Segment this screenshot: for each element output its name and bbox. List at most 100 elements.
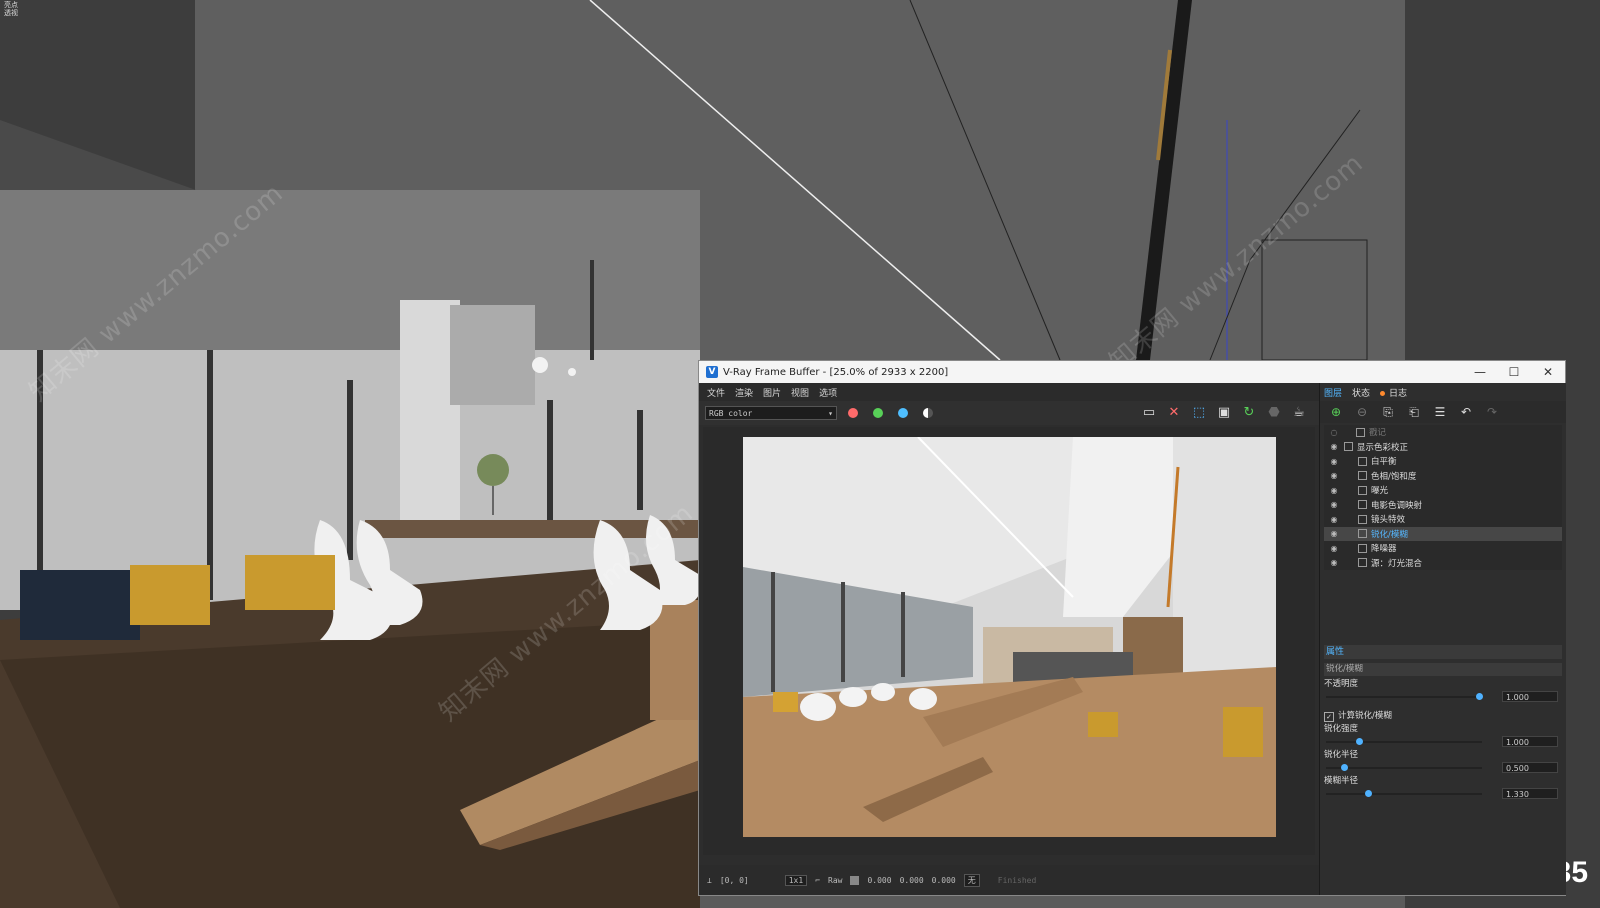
layer-row-sharpen-blur[interactable]: ◉ 锐化/模糊	[1324, 526, 1562, 541]
mono-dot-icon	[923, 408, 933, 418]
properties-header[interactable]: 属性	[1324, 645, 1562, 659]
opacity-input[interactable]: 1.000	[1502, 691, 1558, 702]
menu-options[interactable]: 选项	[819, 386, 837, 399]
layer-row-white-balance[interactable]: ◉ 白平衡	[1324, 454, 1562, 469]
eye-icon[interactable]: ◉	[1328, 486, 1340, 495]
layer-row-exposure[interactable]: ◉ 曝光	[1324, 483, 1562, 498]
hue-saturation-icon	[1358, 471, 1367, 481]
tab-layers[interactable]: 图层	[1324, 386, 1342, 399]
eye-icon[interactable]: ◉	[1328, 529, 1340, 538]
blue-channel-button[interactable]	[894, 404, 912, 422]
layer-row-display-correction[interactable]: ◉ 显示色彩校正	[1324, 440, 1562, 455]
eye-icon[interactable]: ◉	[1328, 442, 1340, 451]
slider-track	[1326, 767, 1482, 769]
eye-icon[interactable]: ◉	[1328, 457, 1340, 466]
sharpen-radius-knob[interactable]	[1341, 764, 1348, 771]
slider-track	[1326, 793, 1482, 795]
rendered-image[interactable]	[743, 437, 1276, 837]
layer-row-lens-effects[interactable]: ◉ 镜头特效	[1324, 512, 1562, 527]
eye-icon[interactable]: ◉	[1328, 515, 1340, 524]
minimize-button[interactable]: —	[1463, 361, 1497, 383]
layer-row-hue-saturation[interactable]: ◉ 色相/饱和度	[1324, 469, 1562, 484]
menu-view[interactable]: 视图	[791, 386, 809, 399]
opacity-slider-knob[interactable]	[1476, 693, 1483, 700]
layer-row-denoiser[interactable]: ◉ 降噪器	[1324, 541, 1562, 556]
layer-row-filmic-tonemap[interactable]: ◉ 电影色调映射	[1324, 498, 1562, 513]
eye-icon[interactable]: ◌	[1328, 428, 1340, 437]
menu-render[interactable]: 渲染	[735, 386, 753, 399]
menu-file[interactable]: 文件	[707, 386, 725, 399]
viewport-label-line1: 亮点	[4, 1, 18, 9]
render-area[interactable]	[703, 427, 1315, 855]
follow-mouse-icon[interactable]: ▣	[1214, 404, 1234, 422]
title-bar[interactable]: V V-Ray Frame Buffer - [25.0% of 2933 x …	[699, 361, 1565, 383]
white-balance-icon	[1358, 456, 1367, 466]
layer-name: 源：灯光混合	[1371, 558, 1423, 569]
raw-label: Raw	[828, 875, 843, 885]
blur-radius-input[interactable]: 1.330	[1502, 788, 1558, 799]
sharpen-amount-label: 锐化强度	[1324, 724, 1359, 734]
undo-icon[interactable]: ↶	[1456, 403, 1476, 421]
rendered-image-scene	[743, 437, 1276, 837]
delete-layer-icon[interactable]: ⊖	[1352, 403, 1372, 421]
add-layer-icon[interactable]: ⊕	[1326, 403, 1346, 421]
clear-image-icon[interactable]: ✕	[1164, 404, 1184, 422]
sharpen-amount-slider[interactable]: 1.000	[1324, 735, 1562, 749]
layer-row-light-mix[interactable]: ◉ 源：灯光混合	[1324, 556, 1562, 571]
tab-log[interactable]: 日志	[1380, 386, 1407, 399]
maximize-button[interactable]: ☐	[1497, 361, 1531, 383]
vray-frame-buffer-window: V V-Ray Frame Buffer - [25.0% of 2933 x …	[698, 360, 1566, 896]
save-image-icon[interactable]: ▭	[1139, 404, 1159, 422]
blur-radius-slider[interactable]: 1.330	[1324, 787, 1562, 801]
color-picker-icon[interactable]: ⌐	[815, 876, 820, 885]
redo-icon[interactable]: ↷	[1482, 403, 1502, 421]
viewport-label[interactable]: 亮点 透视	[4, 1, 18, 17]
compute-sharpen-label: 计算锐化/模糊	[1338, 711, 1392, 721]
interactive-render-icon[interactable]: ↻	[1239, 404, 1259, 422]
menu-image[interactable]: 图片	[763, 386, 781, 399]
sharpen-radius-label: 锐化半径	[1324, 750, 1359, 760]
compute-sharpen-checkbox-row[interactable]: ✓ 计算锐化/模糊	[1324, 710, 1562, 723]
red-channel-button[interactable]	[844, 404, 862, 422]
layer-list-menu-icon[interactable]: ☰	[1430, 403, 1450, 421]
side-panel: 图层 状态 日志 ⊕ ⊖ ⎘ ⎗ ☰ ↶ ↷ ◌ 戳记 ◉ 显示色彩校正 ◉ 白…	[1319, 383, 1566, 895]
green-channel-button[interactable]	[869, 404, 887, 422]
checkbox-checked-icon[interactable]: ✓	[1324, 711, 1334, 722]
load-layers-icon[interactable]: ⎘	[1378, 403, 1398, 421]
vfb-toolbar: RGB color ▭ ✕ ⬚ ▣ ↻ ⬣ ☕	[699, 401, 1319, 425]
mono-channel-button[interactable]	[919, 404, 937, 422]
zoom-select[interactable]: 1x1	[784, 874, 808, 886]
stop-render-icon[interactable]: ⬣	[1264, 404, 1284, 422]
menu-bar: 文件 渲染 图片 视图 选项	[699, 383, 1319, 401]
tab-stats[interactable]: 状态	[1352, 386, 1370, 399]
opacity-slider[interactable]: 1.000	[1324, 690, 1562, 704]
eye-icon[interactable]: ◉	[1328, 544, 1340, 553]
blur-radius-knob[interactable]	[1365, 790, 1372, 797]
channel-select[interactable]: RGB color	[705, 406, 837, 421]
green-dot-icon	[873, 408, 883, 418]
sharpen-amount-input[interactable]: 1.000	[1502, 736, 1558, 747]
layer-list: ◌ 戳记 ◉ 显示色彩校正 ◉ 白平衡 ◉ 色相/饱和度 ◉ 曝光 ◉ 电影色调…	[1324, 425, 1562, 570]
layer-toolbar: ⊕ ⊖ ⎘ ⎗ ☰ ↶ ↷	[1320, 401, 1566, 423]
color-mode-select[interactable]: 无	[963, 873, 980, 887]
display-correction-icon	[1344, 442, 1353, 452]
region-render-icon[interactable]: ⬚	[1189, 404, 1209, 422]
sharpen-radius-input[interactable]: 0.500	[1502, 762, 1558, 773]
render-teapot-icon[interactable]: ☕	[1289, 404, 1309, 422]
close-button[interactable]: ✕	[1531, 361, 1565, 383]
pin-icon[interactable]: ⊥	[707, 876, 712, 885]
opacity-label: 不透明度	[1324, 679, 1359, 689]
eye-icon[interactable]: ◉	[1328, 500, 1340, 509]
blue-dot-icon	[898, 408, 908, 418]
blur-radius-label: 模糊半径	[1324, 776, 1359, 786]
properties-panel: 锐化/模糊 不透明度 1.000 ✓ 计算锐化/模糊 锐化强度 1.000 锐化…	[1324, 663, 1562, 801]
layer-row-stamp[interactable]: ◌ 戳记	[1324, 425, 1562, 440]
eye-icon[interactable]: ◉	[1328, 471, 1340, 480]
selected-layer-name[interactable]: 锐化/模糊	[1324, 663, 1562, 676]
sharpen-blur-icon	[1358, 529, 1367, 539]
save-layers-icon[interactable]: ⎗	[1404, 403, 1424, 421]
eye-icon[interactable]: ◉	[1328, 558, 1340, 567]
sharpen-radius-slider[interactable]: 0.500	[1324, 761, 1562, 775]
sharpen-amount-knob[interactable]	[1356, 738, 1363, 745]
layer-name: 白平衡	[1371, 457, 1397, 468]
